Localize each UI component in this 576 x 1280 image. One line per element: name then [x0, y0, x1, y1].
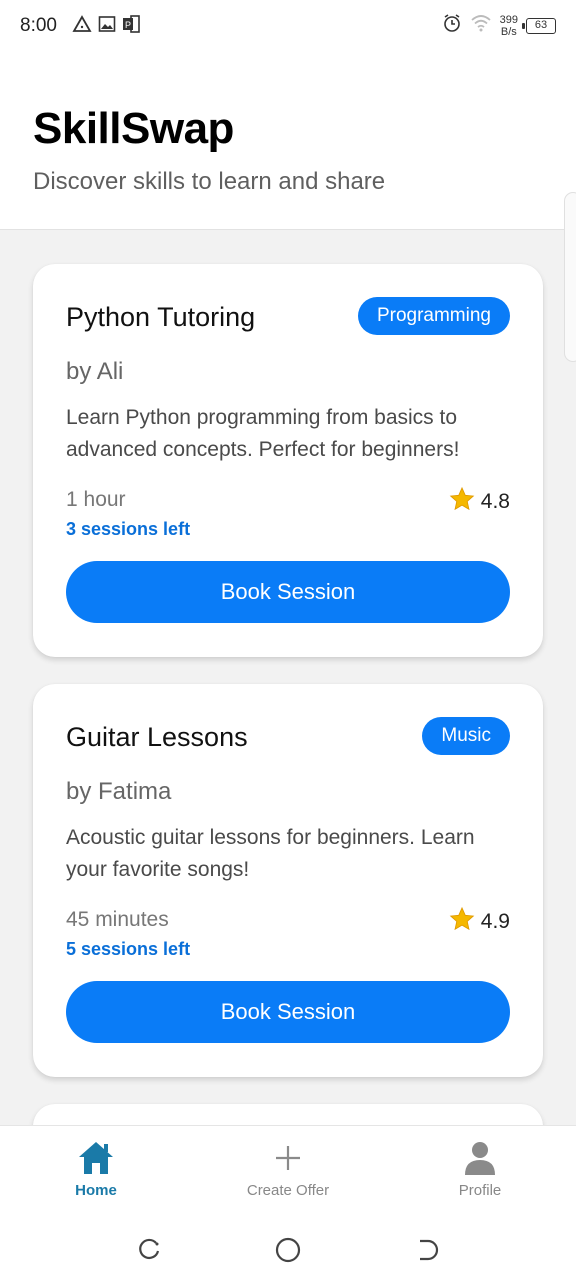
- plus-icon: [208, 1138, 368, 1178]
- card-author: by Fatima: [66, 778, 172, 805]
- svg-text:P: P: [125, 20, 131, 30]
- nav-profile-label: Profile: [458, 1182, 502, 1199]
- card-rating: 4.9: [449, 906, 510, 938]
- skill-card: Python Tutoring Programming by Ali Learn…: [33, 264, 543, 657]
- category-badge: Music: [422, 717, 510, 755]
- nav-profile[interactable]: Profile: [400, 1138, 560, 1218]
- app-title: SkillSwap: [33, 104, 234, 153]
- back-system-button[interactable]: [407, 1230, 447, 1270]
- triangle-alert-icon: [72, 15, 92, 38]
- sessions-left: 3 sessions left: [66, 519, 191, 539]
- rating-value: 4.9: [480, 910, 510, 933]
- recent-apps-button[interactable]: [129, 1230, 169, 1270]
- skill-card: Guitar Lessons Music by Fatima Acoustic …: [33, 684, 543, 1077]
- card-title: Guitar Lessons: [66, 722, 248, 752]
- nav-home-label: Home: [75, 1182, 117, 1199]
- status-time: 8:00: [20, 15, 57, 36]
- app-subtitle: Discover skills to learn and share: [33, 168, 386, 195]
- notification-icons: P: [72, 15, 140, 38]
- card-duration: 1 hour: [66, 488, 126, 511]
- network-speed-unit: B/s: [500, 25, 517, 38]
- card-author: by Ali: [66, 358, 124, 385]
- battery-indicator: 63: [522, 17, 556, 34]
- star-icon: [449, 906, 475, 938]
- skill-card-partial: [33, 1104, 543, 1125]
- person-icon: [400, 1138, 560, 1178]
- card-description: Learn Python programming from basics to …: [66, 406, 460, 461]
- status-right: 399 B/s 63: [442, 13, 556, 38]
- card-duration: 45 minutes: [66, 908, 169, 931]
- card-title: Python Tutoring: [66, 302, 256, 332]
- rating-value: 4.8: [480, 490, 510, 513]
- bottom-navigation: Home Create Offer Profile: [0, 1125, 576, 1220]
- home-system-button[interactable]: [268, 1230, 308, 1270]
- sessions-left: 5 sessions left: [66, 939, 191, 959]
- network-speed: 399 B/s: [500, 14, 518, 38]
- card-description: Acoustic guitar lessons for beginners. L…: [66, 826, 475, 881]
- app-header: SkillSwap Discover skills to learn and s…: [0, 52, 576, 362]
- nav-home[interactable]: Home: [16, 1138, 176, 1218]
- system-navigation-bar: [0, 1220, 576, 1280]
- skill-feed[interactable]: Python Tutoring Programming by Ali Learn…: [0, 231, 576, 1125]
- status-bar: 8:00 P 399 B/s 63: [0, 0, 576, 52]
- book-session-button[interactable]: Book Session: [66, 561, 510, 623]
- network-speed-value: 399: [499, 13, 518, 26]
- card-rating: 4.8: [449, 486, 510, 518]
- image-icon: [98, 15, 116, 38]
- star-icon: [449, 486, 475, 518]
- wifi-icon: [470, 14, 492, 37]
- nav-create-offer-label: Create Offer: [246, 1182, 330, 1199]
- office-app-icon: P: [122, 15, 140, 38]
- nav-create-offer[interactable]: Create Offer: [208, 1138, 368, 1218]
- book-session-button[interactable]: Book Session: [66, 981, 510, 1043]
- home-icon: [16, 1138, 176, 1178]
- alarm-icon: [442, 13, 462, 38]
- category-badge: Programming: [357, 297, 510, 335]
